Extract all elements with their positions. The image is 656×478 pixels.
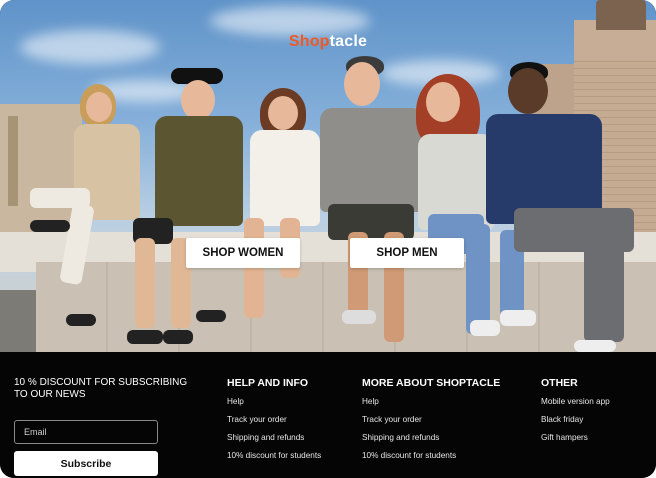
footer-link-shipping[interactable]: Shipping and refunds: [362, 433, 500, 442]
footer: 10 % DISCOUNT FOR SUBSCRIBING TO OUR NEW…: [0, 352, 656, 478]
person-6: [484, 62, 644, 352]
column-title: OTHER: [541, 377, 578, 389]
column-title: MORE ABOUT SHOPTACLE: [362, 377, 501, 389]
footer-column-about: MORE ABOUT SHOPTACLE Help Track your ord…: [362, 377, 500, 469]
footer-link-black-friday[interactable]: Black friday: [541, 415, 610, 424]
footer-link-shipping[interactable]: Shipping and refunds: [227, 433, 321, 442]
footer-column-other: OTHER Mobile version app Black friday Gi…: [541, 377, 610, 451]
tower-cap: [596, 0, 646, 30]
footer-link-mobile-app[interactable]: Mobile version app: [541, 397, 610, 406]
shop-page: Shoptacle SHOP WOMEN SHOP MEN 10 % DISCO…: [0, 0, 656, 478]
shop-women-button[interactable]: SHOP WOMEN: [186, 238, 300, 268]
footer-link-student-discount[interactable]: 10% discount for students: [227, 451, 321, 460]
footer-link-gift-hampers[interactable]: Gift hampers: [541, 433, 610, 442]
footer-link-track-order[interactable]: Track your order: [227, 415, 321, 424]
email-input[interactable]: [14, 420, 158, 444]
shoptacle-logo[interactable]: Shoptacle: [0, 33, 656, 51]
logo-tacle: tacle: [329, 33, 368, 50]
newsletter-promo: 10 % DISCOUNT FOR SUBSCRIBING TO OUR NEW…: [14, 377, 188, 400]
footer-link-track-order[interactable]: Track your order: [362, 415, 500, 424]
footer-link-help[interactable]: Help: [362, 397, 500, 406]
hero-banner: Shoptacle SHOP WOMEN SHOP MEN: [0, 0, 656, 352]
person-2: [125, 68, 255, 352]
shop-men-button[interactable]: SHOP MEN: [350, 238, 464, 268]
subscribe-button[interactable]: Subscribe: [14, 451, 158, 476]
footer-column-help: HELP AND INFO Help Track your order Ship…: [227, 377, 321, 469]
logo-shop: Shop: [288, 33, 330, 50]
footer-link-help[interactable]: Help: [227, 397, 321, 406]
footer-link-student-discount[interactable]: 10% discount for students: [362, 451, 500, 460]
column-title: HELP AND INFO: [227, 377, 309, 389]
